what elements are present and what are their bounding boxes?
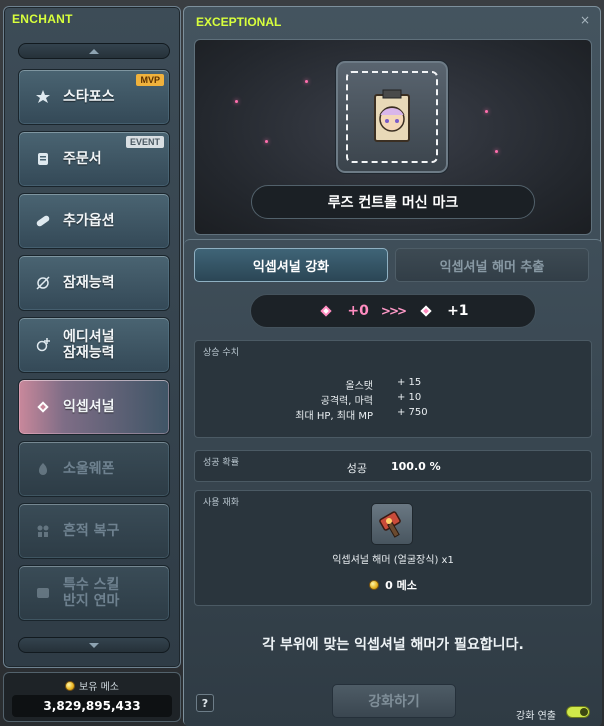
menu-label: 소울웨폰 [63, 461, 115, 477]
menu-item-starforce[interactable]: 스타포스 MVP [18, 69, 170, 125]
stat-value: + 750 [397, 407, 428, 418]
potential-icon [33, 273, 53, 293]
event-badge: EVENT [125, 136, 164, 148]
menu-label: 추가옵션 [63, 213, 115, 229]
exceptional-gem-icon [420, 305, 432, 317]
soul-icon [33, 459, 53, 479]
item-name: 루즈 컨트롤 머신 마크 [251, 185, 535, 219]
close-icon[interactable]: × [580, 13, 590, 27]
stat-value: + 10 [397, 392, 422, 403]
hammer-item-slot[interactable] [371, 503, 413, 545]
level-from: +0 [347, 303, 369, 319]
toggle-knob [580, 708, 588, 716]
meso-coin-icon [369, 580, 380, 590]
stat-name: 최대 HP, 최대 MP [295, 411, 373, 422]
material-section: 사용 재화 익셉셔널 해머 (얼굴장식) x1 0 메소 [194, 490, 592, 606]
material-name: 익셉셔널 해머 (얼굴장식) x1 [332, 555, 454, 566]
stat-name: 공격력, 마력 [320, 396, 373, 407]
item-slot-border [346, 71, 438, 163]
level-to: +1 [447, 303, 469, 319]
tab-hammer-extract[interactable]: 익셉셔널 해머 추출 [395, 248, 589, 282]
stat-row: 올스탯 + 15 [195, 377, 591, 392]
menu-item-special-ring[interactable]: 특수 스킬 반지 연마 [18, 565, 170, 621]
success-rate-section: 성공 확률 성공 100.0 % [194, 450, 592, 482]
ring-icon [33, 583, 53, 603]
menu-label: 에디셔널 잠재능력 [63, 329, 115, 361]
face-accessory-icon [374, 89, 410, 142]
stat-increase-section: 상승 수치 올스탯 + 15 공격력, 마력 + 10 최대 HP, 최대 MP… [194, 340, 592, 438]
material-cost: 0 메소 [195, 577, 591, 593]
menu-item-scroll[interactable]: 주문서 EVENT [18, 131, 170, 187]
mvp-badge: MVP [136, 74, 164, 86]
stat-name: 올스탯 [345, 381, 373, 392]
menu-label: 익셉셔널 [63, 399, 115, 415]
menu-item-soul-weapon[interactable]: 소울웨폰 [18, 441, 170, 497]
material-section-title: 사용 재화 [203, 498, 239, 508]
help-button[interactable]: ? [196, 694, 214, 712]
menu-label: 잠재능력 [63, 275, 115, 291]
chain-toggle[interactable] [566, 706, 590, 718]
enchant-panel: ENCHANT 스타포스 MVP 주문서 EVENT 추가옵션 잠재능력 에디셔… [3, 6, 181, 668]
item-showcase: 루즈 컨트롤 머신 마크 [194, 39, 592, 235]
exceptional-panel: EXCEPTIONAL × 루즈 컨트롤 머신 마크 익셉셔널 강화 익셉셔널 … [183, 6, 602, 726]
level-indicator: +0 >>> +1 [250, 294, 536, 328]
sparkle [305, 80, 308, 83]
hammer-icon [379, 511, 401, 538]
menu-label: 스타포스 [63, 89, 115, 105]
additional-potential-icon [33, 335, 53, 355]
scroll-icon [33, 149, 53, 169]
sparkle [265, 140, 268, 143]
menu-item-potential[interactable]: 잠재능력 [18, 255, 170, 311]
enchant-title: ENCHANT [12, 12, 73, 26]
rate-section-title: 성공 확률 [203, 458, 239, 468]
trace-icon [33, 521, 53, 541]
stat-section-title: 상승 수치 [203, 348, 239, 358]
menu-item-exceptional[interactable]: 익셉셔널 [18, 379, 170, 435]
exceptional-icon [33, 397, 53, 417]
capsule-icon [33, 211, 53, 231]
meso-amount: 3,829,895,433 [12, 695, 172, 717]
meso-panel: 보유 메소 3,829,895,433 [3, 672, 181, 722]
menu-item-trace-restore[interactable]: 흔적 복구 [18, 503, 170, 559]
menu-label: 흔적 복구 [63, 523, 120, 539]
menu-label: 주문서 [63, 151, 102, 167]
tab-exceptional-enhance[interactable]: 익셉셔널 강화 [194, 248, 388, 282]
meso-coin-icon [65, 680, 75, 691]
enhance-area: 익셉셔널 강화 익셉셔널 해머 추출 +0 >>> +1 상승 수치 올스탯 +… [184, 239, 602, 726]
level-arrows: >>> [380, 304, 407, 318]
exceptional-title: EXCEPTIONAL [196, 15, 282, 29]
stat-row: 최대 HP, 최대 MP + 750 [195, 407, 591, 422]
notice-text: 각 부위에 맞는 익셉셔널 해머가 필요합니다. [262, 637, 524, 653]
chain-toggle-label: 강화 연출 [516, 711, 556, 722]
meso-label: 보유 메소 [79, 682, 119, 693]
item-slot[interactable] [335, 60, 449, 174]
menu-item-additional-option[interactable]: 추가옵션 [18, 193, 170, 249]
menu-label: 특수 스킬 반지 연마 [63, 577, 120, 609]
rate-label: 성공 [346, 462, 367, 475]
enhance-button[interactable]: 강화하기 [332, 684, 456, 718]
material-cost-value: 0 메소 [385, 579, 417, 592]
exceptional-gem-icon [320, 305, 333, 317]
scroll-down-button[interactable] [18, 637, 170, 653]
chevron-down-icon [89, 642, 99, 648]
star-icon [33, 87, 53, 107]
sparkle [485, 110, 488, 113]
menu-item-additional-potential[interactable]: 에디셔널 잠재능력 [18, 317, 170, 373]
stat-value: + 15 [397, 377, 422, 388]
chevron-up-icon [89, 48, 99, 54]
rate-value: 100.0 % [391, 460, 441, 473]
sparkle [235, 100, 238, 103]
stat-row: 공격력, 마력 + 10 [195, 392, 591, 407]
meso-label-row: 보유 메소 [4, 678, 180, 693]
scroll-up-button[interactable] [18, 43, 170, 59]
sparkle [495, 150, 498, 153]
